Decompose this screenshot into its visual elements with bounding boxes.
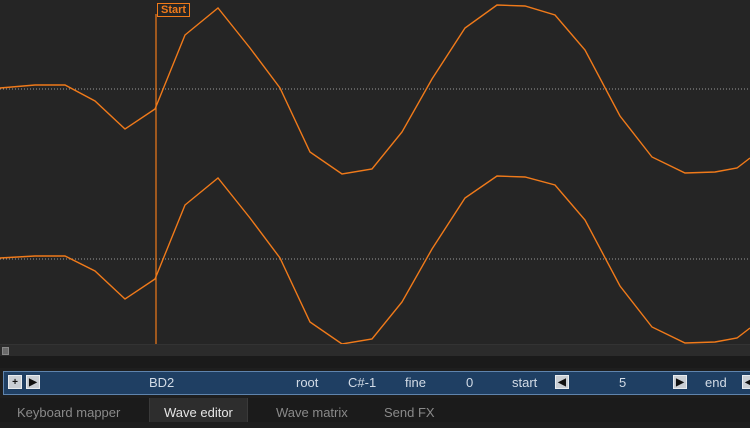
end-label: end [705,375,727,390]
root-label: root [296,375,319,390]
scrollbar-thumb[interactable] [2,347,9,355]
fine-label: fine [405,375,426,390]
divider [0,356,750,368]
start-label: start [512,375,538,390]
tab-keyboard-mapper[interactable]: Keyboard mapper [3,398,134,422]
start-value[interactable]: 5 [619,372,626,394]
sample-parameter-bar: + ▶ BD2 root C#-1 fine 0 start ◀ 5 ▶ end… [3,371,750,395]
add-button[interactable]: + [8,375,22,389]
sample-name[interactable]: BD2 [149,372,174,394]
root-value[interactable]: C#-1 [348,372,376,394]
arrow-right-icon: ▶ [676,377,684,388]
waveform-channel-2 [0,175,750,344]
fine-value[interactable]: 0 [466,372,473,394]
start-increment-button[interactable]: ▶ [673,375,687,389]
horizontal-scrollbar[interactable] [0,344,750,356]
start-marker-flag[interactable]: Start [157,3,191,17]
tab-send-fx[interactable]: Send FX [370,398,449,422]
play-icon: ▶ [29,377,37,388]
arrow-left-icon: ◀ [558,377,566,388]
end-decrement-button[interactable]: ◀ [742,375,750,389]
start-decrement-button[interactable]: ◀ [555,375,569,389]
waveform-display[interactable]: Start [0,0,750,344]
plus-icon: + [12,377,18,388]
tab-bar: Keyboard mapper Wave editor Wave matrix … [0,398,750,422]
play-button[interactable]: ▶ [26,375,40,389]
tab-wave-editor[interactable]: Wave editor [149,398,248,422]
arrow-left-icon: ◀ [745,377,750,388]
tab-wave-matrix[interactable]: Wave matrix [262,398,362,422]
